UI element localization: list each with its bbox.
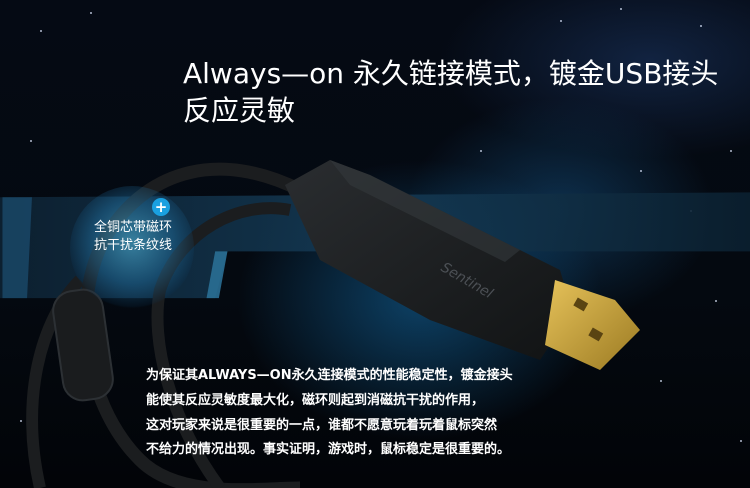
- description-line-1: 为保证其ALWAYS—ON永久连接模式的性能稳定性，镀金接头: [146, 368, 513, 383]
- callout-line1: 全铜芯带磁环: [93, 220, 172, 235]
- callout-line2: 抗干扰条纹线: [93, 238, 172, 253]
- description-line-3: 这对玩家来说是很重要的一点，谁都不愿意玩着玩着鼠标突然: [146, 418, 498, 433]
- product-image-stage: Always—on 永久链接模式，镀金USB接头 反应灵敏 Sentinel +…: [0, 0, 750, 488]
- description-line-2: 能使其反应灵敏度最大化，磁环则起到消磁抗干扰的作用，: [146, 393, 485, 408]
- plus-icon[interactable]: +: [152, 198, 170, 216]
- description-line-4: 不给力的情况出现。事实证明，游戏时，鼠标稳定是很重要的。: [146, 442, 511, 457]
- connector-housing: [285, 160, 575, 360]
- gold-usb-plug: [545, 280, 640, 370]
